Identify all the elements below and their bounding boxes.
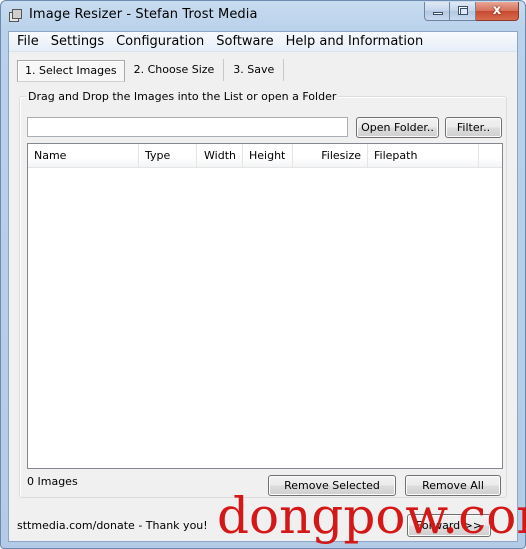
group-caption: Drag and Drop the Images into the List o… — [26, 90, 339, 103]
column-header-height[interactable]: Height — [243, 144, 293, 168]
window-controls: x — [424, 2, 519, 21]
donate-link[interactable]: sttmedia.com/donate - Thank you! — [17, 519, 208, 532]
app-window: Image Resizer - Stefan Trost Media x Fil… — [0, 0, 526, 549]
open-folder-button[interactable]: Open Folder.. — [356, 117, 439, 138]
image-count-label: 0 Images — [27, 475, 78, 488]
forward-button[interactable]: Forward >> — [407, 514, 491, 537]
column-header-type[interactable]: Type — [139, 144, 197, 168]
maximize-button[interactable] — [450, 2, 476, 21]
minimize-button[interactable] — [424, 2, 450, 21]
maximize-icon — [458, 6, 468, 15]
close-icon: x — [492, 3, 502, 18]
minimize-icon — [433, 12, 443, 15]
column-header-name[interactable]: Name — [28, 144, 139, 168]
menu-software[interactable]: Software — [210, 32, 279, 51]
remove-selected-button[interactable]: Remove Selected — [268, 475, 396, 496]
app-window-icon[interactable] — [9, 9, 23, 22]
image-list-body[interactable] — [28, 168, 502, 468]
image-list-header: Name Type Width Height Filesize Filepath — [28, 144, 502, 168]
column-header-width[interactable]: Width — [197, 144, 243, 168]
filter-button[interactable]: Filter.. — [445, 117, 502, 138]
folder-path-input[interactable] — [27, 117, 348, 137]
tab-choose-size[interactable]: 2. Choose Size — [125, 59, 225, 81]
menu-bar: File Settings Configuration Software Hel… — [9, 32, 517, 52]
column-header-filesize[interactable]: Filesize — [293, 144, 368, 168]
column-header-filepath[interactable]: Filepath — [368, 144, 479, 168]
close-button[interactable]: x — [476, 2, 519, 21]
column-header-filler — [479, 144, 502, 168]
menu-configuration[interactable]: Configuration — [110, 32, 210, 51]
tab-save[interactable]: 3. Save — [224, 59, 285, 81]
image-list[interactable]: Name Type Width Height Filesize Filepath — [27, 143, 503, 469]
window-title: Image Resizer - Stefan Trost Media — [29, 7, 258, 22]
remove-all-button[interactable]: Remove All — [405, 475, 501, 496]
title-bar[interactable]: Image Resizer - Stefan Trost Media x — [1, 1, 525, 31]
menu-settings[interactable]: Settings — [45, 32, 110, 51]
tab-select-images[interactable]: 1. Select Images — [17, 60, 125, 82]
step-tabs: 1. Select Images 2. Choose Size 3. Save — [17, 58, 285, 82]
menu-file[interactable]: File — [11, 32, 45, 51]
menu-help-and-information[interactable]: Help and Information — [280, 32, 430, 51]
client-area: File Settings Configuration Software Hel… — [8, 31, 518, 542]
